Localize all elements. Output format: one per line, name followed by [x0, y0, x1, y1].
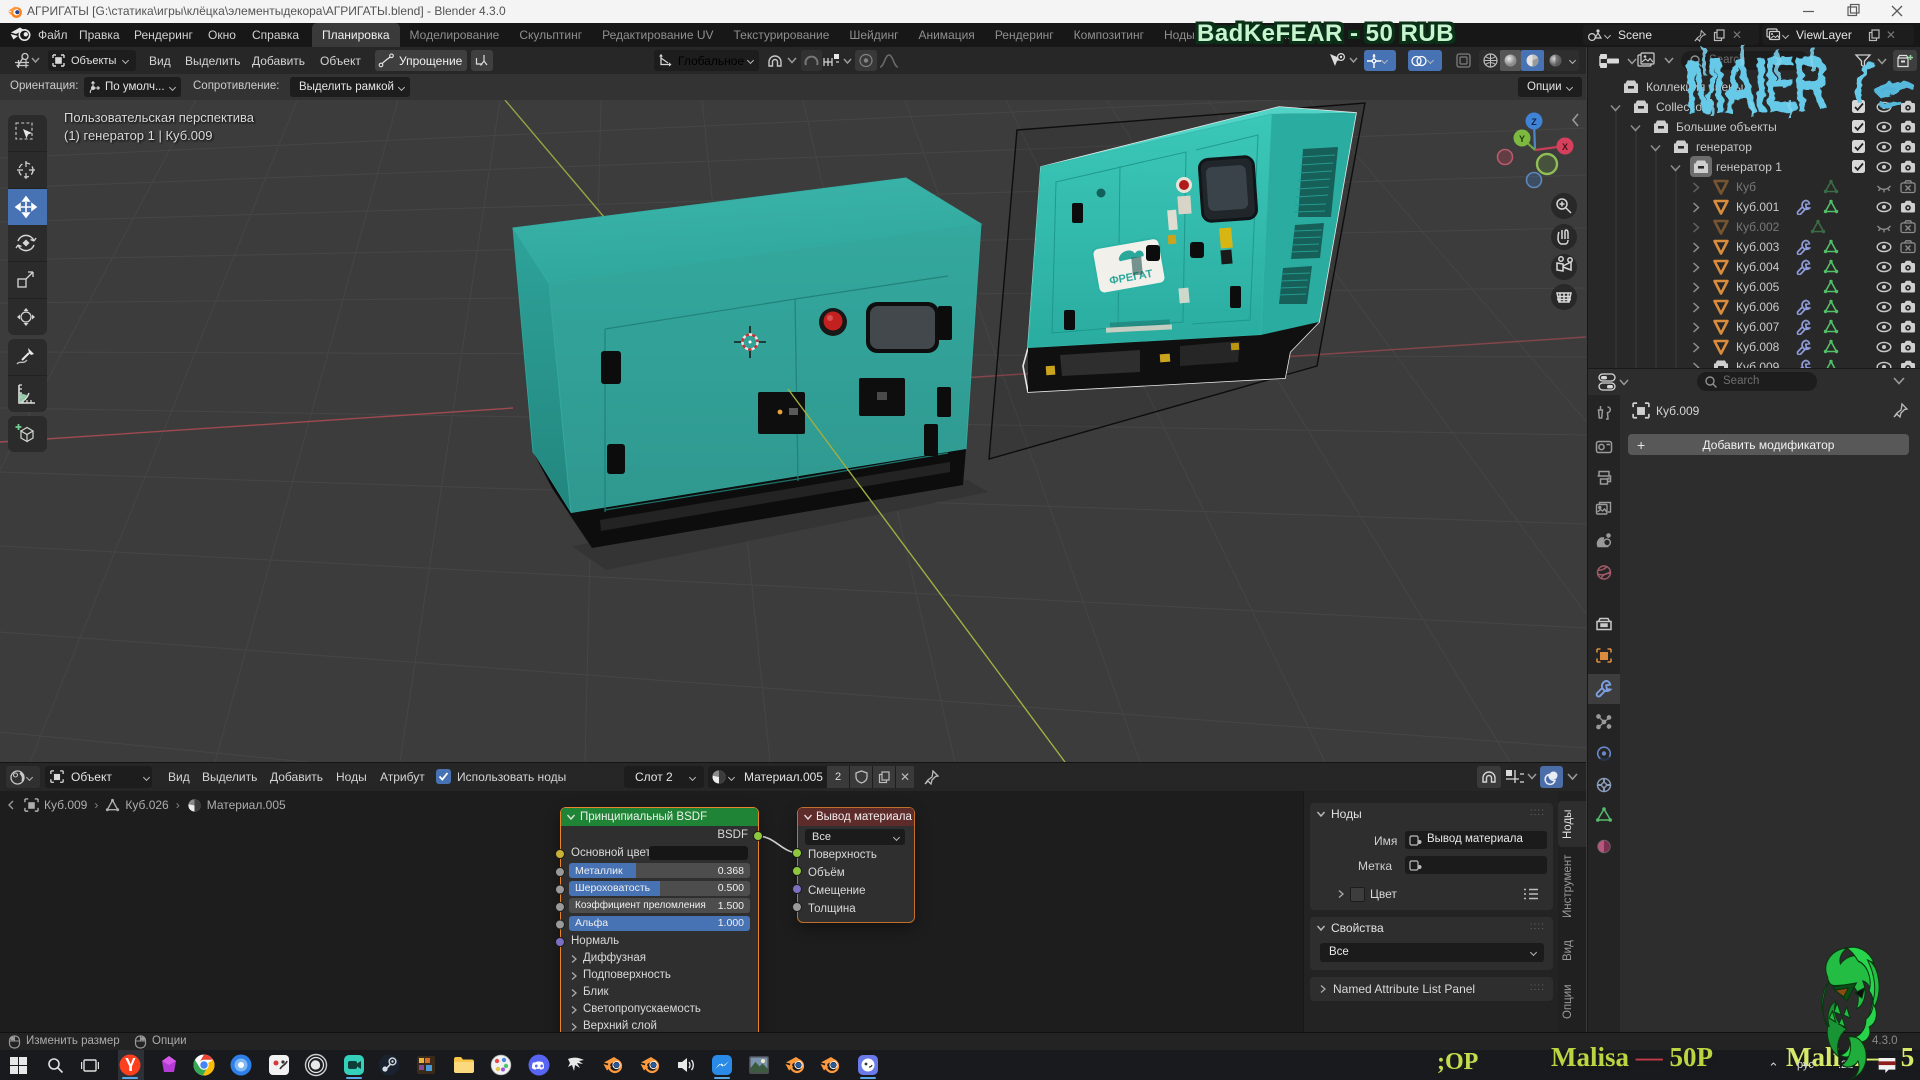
svg-text:Z: Z — [1531, 117, 1537, 127]
svg-text:(1) генератор 1 | Куб.009: (1) генератор 1 | Куб.009 — [64, 128, 212, 143]
svg-text:(: ( — [1850, 51, 1878, 105]
svg-text:Y: Y — [1519, 134, 1525, 144]
svg-text:X: X — [1562, 142, 1568, 152]
svg-text:Пользовательская перспектива: Пользовательская перспектива — [64, 110, 255, 125]
